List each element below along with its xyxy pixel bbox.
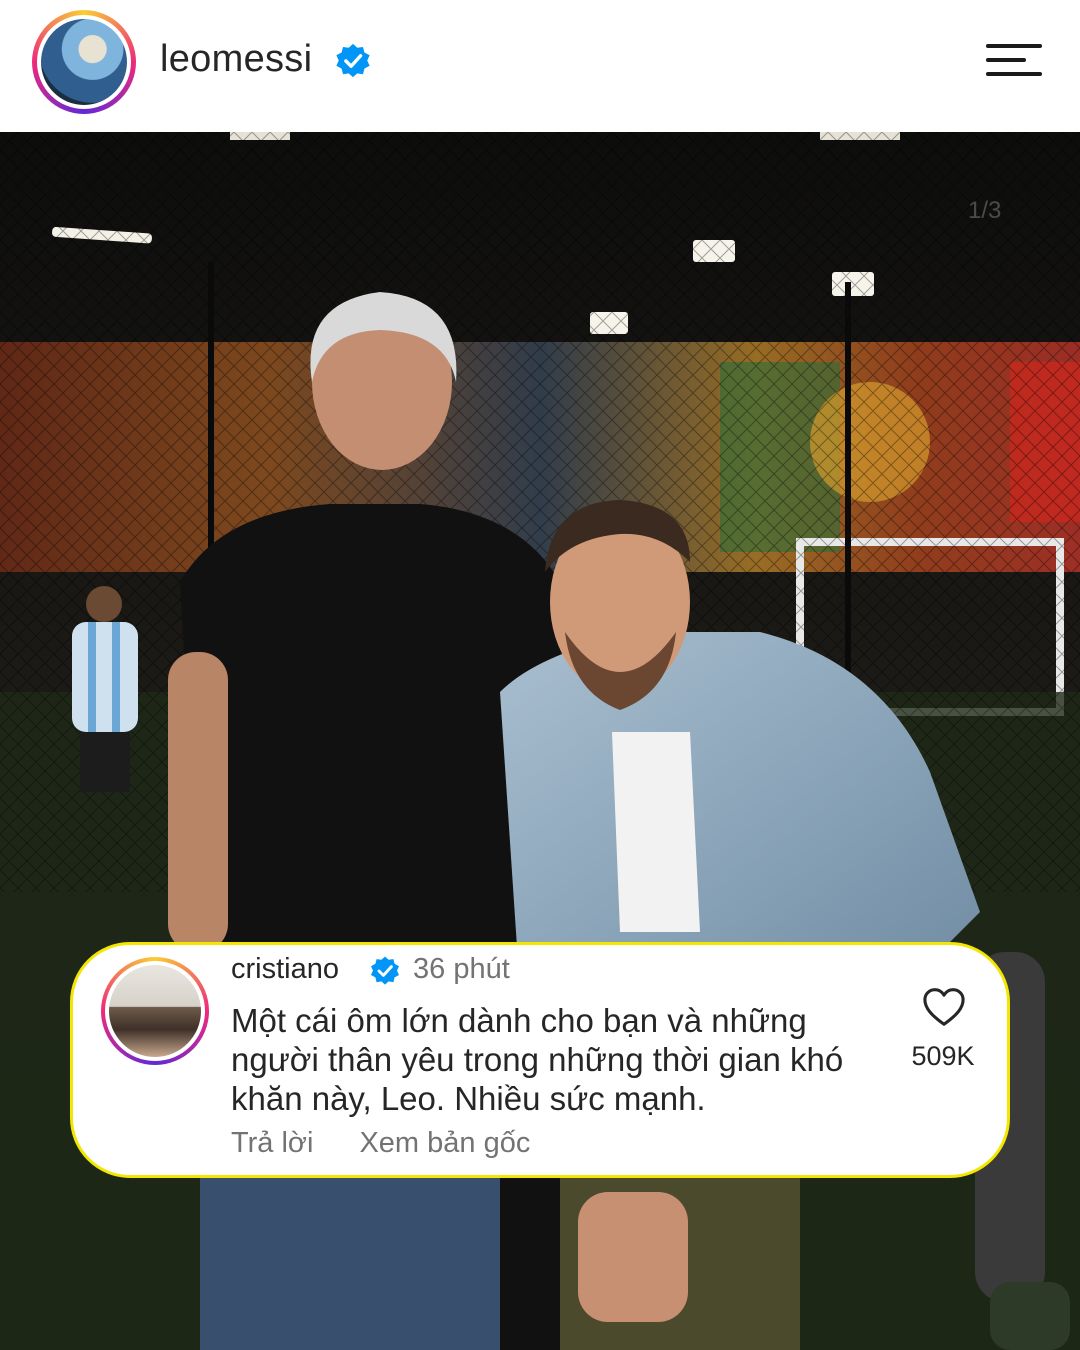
verified-badge-icon [371, 956, 399, 985]
verified-badge-icon [336, 43, 370, 78]
comment-timestamp: 36 phút [413, 953, 510, 985]
comment-actions: Trả lời Xem bản gốc [231, 1127, 568, 1160]
hamburger-menu-icon[interactable] [984, 44, 1044, 78]
commenter-username[interactable]: cristiano [231, 953, 339, 986]
highlighted-comment: cristiano 36 phút Một cái ôm lớn dành ch… [70, 942, 1010, 1178]
post-header: leomessi [0, 0, 1080, 132]
commenter-avatar[interactable] [101, 957, 209, 1065]
like-count: 509K [911, 1041, 975, 1071]
photo-counter: 1/3 [968, 197, 1001, 224]
reply-button[interactable]: Trả lời [231, 1127, 313, 1159]
profile-avatar[interactable] [32, 10, 136, 114]
post-username[interactable]: leomessi [160, 38, 312, 81]
commenter-photo [109, 965, 201, 1057]
heart-icon[interactable] [922, 987, 966, 1027]
comment-text: Một cái ôm lớn dành cho bạn và những ngư… [231, 1002, 844, 1117]
see-original-button[interactable]: Xem bản gốc [359, 1127, 530, 1159]
avatar-photo [41, 19, 127, 105]
